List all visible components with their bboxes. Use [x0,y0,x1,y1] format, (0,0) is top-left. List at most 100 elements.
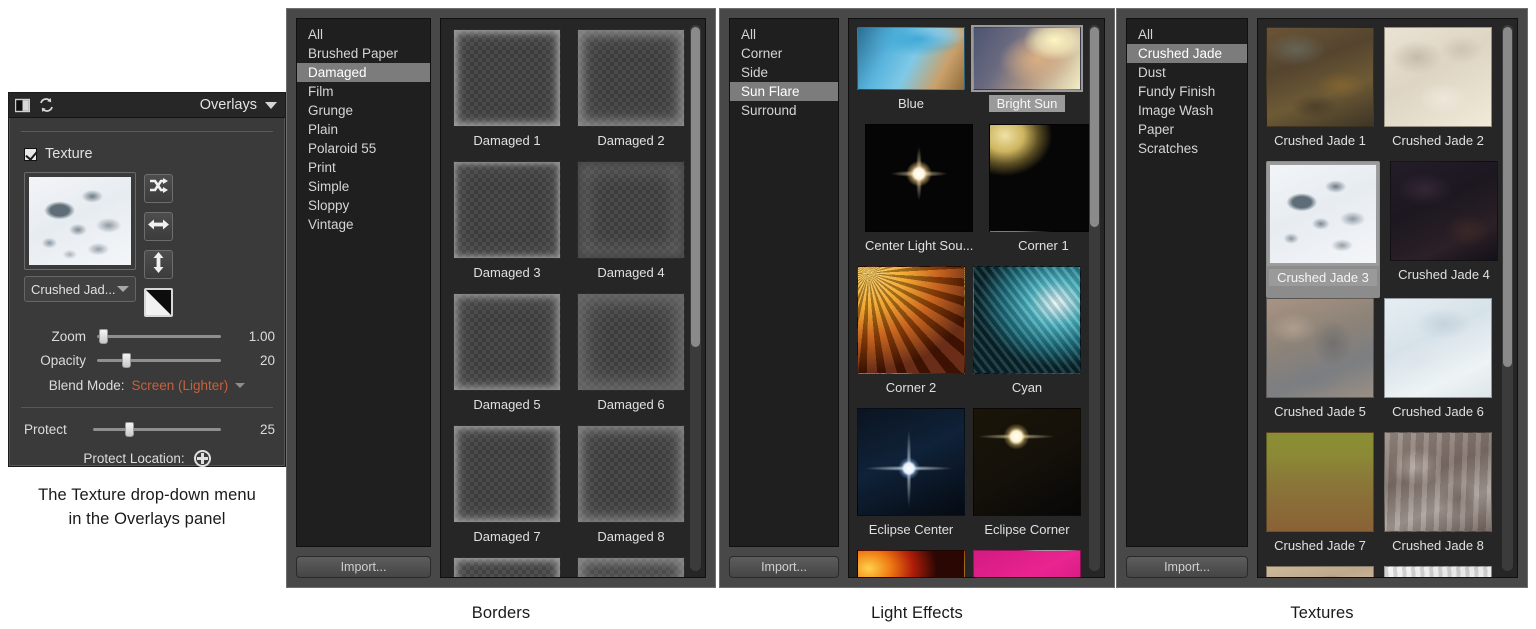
divider-bottom [21,407,273,408]
light-effects-category-item[interactable]: Surround [730,101,838,120]
borders-category-item[interactable]: Grunge [297,101,430,120]
borders-panel: All Brushed Paper Damaged Film Grunge Pl… [286,8,716,588]
borders-scrollbar[interactable] [690,25,701,571]
zoom-slider-track[interactable] [97,329,221,344]
borders-import-button[interactable]: Import... [296,556,431,578]
borders-thumbnail-partial[interactable] [453,557,561,577]
texture-thumbnail[interactable]: Crushed Jade 2 [1384,27,1492,161]
borders-thumbnail[interactable]: Damaged 4 [577,161,685,293]
borders-thumbnail[interactable]: Damaged 3 [453,161,561,293]
light-effects-thumbnail-panel[interactable]: Blue Bright Sun Center Light Sou... Corn… [848,18,1105,578]
textures-thumbnail-panel[interactable]: Crushed Jade 1 Crushed Jade 2 Crushed Ja… [1257,18,1518,578]
borders-category-item[interactable]: Sloppy [297,196,430,215]
light-effects-import-button[interactable]: Import... [729,556,839,578]
borders-thumbnail[interactable]: Damaged 5 [453,293,561,425]
borders-category-item[interactable]: All [297,25,430,44]
chevron-down-icon[interactable] [235,383,246,388]
textures-scrollbar-thumb[interactable] [1503,27,1512,367]
texture-thumbnail-label: Crushed Jade 8 [1392,538,1484,553]
borders-category-item[interactable]: Print [297,158,430,177]
textures-scrollbar[interactable] [1502,25,1513,571]
protect-slider-row[interactable]: Protect 25 [19,422,275,437]
textures-category-item[interactable]: All [1127,25,1247,44]
borders-category-item[interactable]: Plain [297,120,430,139]
textures-thumbnail-grid: Crushed Jade 1 Crushed Jade 2 Crushed Ja… [1258,19,1517,577]
borders-category-item[interactable]: Vintage [297,215,430,234]
light-effect-thumbnail-selected[interactable]: Bright Sun [971,25,1083,124]
zoom-slider-thumb[interactable] [99,329,109,344]
chevron-down-icon[interactable] [265,101,277,109]
texture-thumbnail-partial[interactable] [1384,566,1492,577]
zoom-slider-row[interactable]: Zoom 1.00 [19,329,275,344]
light-effect-thumbnail[interactable]: Corner 1 [989,124,1098,266]
texture-thumbnail[interactable]: Crushed Jade 6 [1384,298,1492,432]
light-effects-scrollbar[interactable] [1089,25,1100,571]
borders-thumbnail[interactable]: Damaged 7 [453,425,561,557]
flip-vertical-button[interactable] [144,250,173,279]
texture-thumbnail[interactable]: Crushed Jade 5 [1266,298,1374,432]
borders-thumbnail-panel[interactable]: Damaged 1 Damaged 2 Damaged 3 Damaged 4 … [440,18,706,578]
texture-thumbnail[interactable]: Crushed Jade 7 [1266,432,1374,566]
textures-category-item[interactable]: Scratches [1127,139,1247,158]
protect-slider-thumb[interactable] [125,422,134,437]
textures-category-item[interactable]: Paper [1127,120,1247,139]
texture-thumbnail[interactable]: Crushed Jade 1 [1266,27,1374,161]
borders-thumbnail[interactable]: Damaged 1 [453,29,561,161]
textures-category-item-selected[interactable]: Crushed Jade [1127,44,1247,63]
light-effect-thumbnail-partial[interactable] [973,550,1081,577]
protect-location-row[interactable]: Protect Location: [19,450,275,467]
light-effect-thumbnail[interactable]: Cyan [973,266,1081,408]
borders-thumbnail[interactable]: Damaged 6 [577,293,685,425]
light-effect-thumbnail[interactable]: Corner 2 [857,266,965,408]
texture-thumbnail-selected[interactable]: Crushed Jade 3 [1266,161,1380,298]
texture-thumbnail[interactable]: Crushed Jade 4 [1390,161,1498,298]
blend-mode-row[interactable]: Blend Mode: Screen (Lighter) [19,378,275,393]
blend-mode-value[interactable]: Screen (Lighter) [132,378,229,393]
texture-thumbnail[interactable]: Crushed Jade 8 [1384,432,1492,566]
flip-horizontal-button[interactable] [144,212,173,241]
borders-thumbnail[interactable]: Damaged 2 [577,29,685,161]
texture-dropdown[interactable]: Crushed Jad... [24,276,136,302]
borders-scrollbar-thumb[interactable] [691,27,700,347]
texture-thumbnail-partial[interactable] [1266,566,1374,577]
light-effects-category-item[interactable]: All [730,25,838,44]
light-effect-thumbnail[interactable]: Eclipse Center [857,408,965,550]
light-effect-thumbnail[interactable]: Eclipse Corner [973,408,1081,550]
light-effect-thumbnail-label: Cyan [1011,380,1043,395]
light-effects-scrollbar-thumb[interactable] [1090,27,1099,227]
textures-category-item[interactable]: Dust [1127,63,1247,82]
shuffle-button[interactable] [144,174,173,203]
borders-category-item[interactable]: Polaroid 55 [297,139,430,158]
light-effects-category-item[interactable]: Corner [730,44,838,63]
borders-category-list[interactable]: All Brushed Paper Damaged Film Grunge Pl… [296,18,431,547]
opacity-slider-thumb[interactable] [121,353,131,368]
opacity-slider-track[interactable] [97,353,221,368]
light-effect-thumbnail-label: Eclipse Center [868,522,954,537]
invert-button[interactable] [144,288,173,317]
borders-category-item[interactable]: Brushed Paper [297,44,430,63]
light-effects-category-item-selected[interactable]: Sun Flare [730,82,838,101]
texture-checkbox[interactable] [24,147,37,161]
reset-icon[interactable] [38,97,55,113]
light-effect-thumbnail-partial[interactable] [857,550,965,577]
light-effect-thumbnail-label: Eclipse Corner [984,522,1070,537]
texture-checkbox-row[interactable]: Texture [19,146,275,162]
target-icon[interactable] [193,450,211,467]
opacity-slider-row[interactable]: Opacity 20 [19,353,275,368]
protect-slider-track[interactable] [93,422,221,437]
textures-category-item[interactable]: Image Wash [1127,101,1247,120]
borders-thumbnail[interactable]: Damaged 8 [577,425,685,557]
light-effects-category-list[interactable]: All Corner Side Sun Flare Surround [729,18,839,547]
light-effect-thumbnail[interactable]: Blue [857,27,965,124]
textures-import-button[interactable]: Import... [1126,556,1248,578]
borders-category-item[interactable]: Film [297,82,430,101]
textures-category-item[interactable]: Fundy Finish [1127,82,1247,101]
textures-category-list[interactable]: All Crushed Jade Dust Fundy Finish Image… [1126,18,1248,547]
borders-category-item[interactable]: Simple [297,177,430,196]
borders-category-item-selected[interactable]: Damaged [297,63,430,82]
light-effect-thumbnail[interactable]: Center Light Sou... [857,124,981,266]
borders-thumbnail-partial[interactable] [577,557,685,577]
texture-preview[interactable] [24,172,136,270]
light-effects-category-item[interactable]: Side [730,63,838,82]
split-view-icon[interactable] [15,98,30,113]
